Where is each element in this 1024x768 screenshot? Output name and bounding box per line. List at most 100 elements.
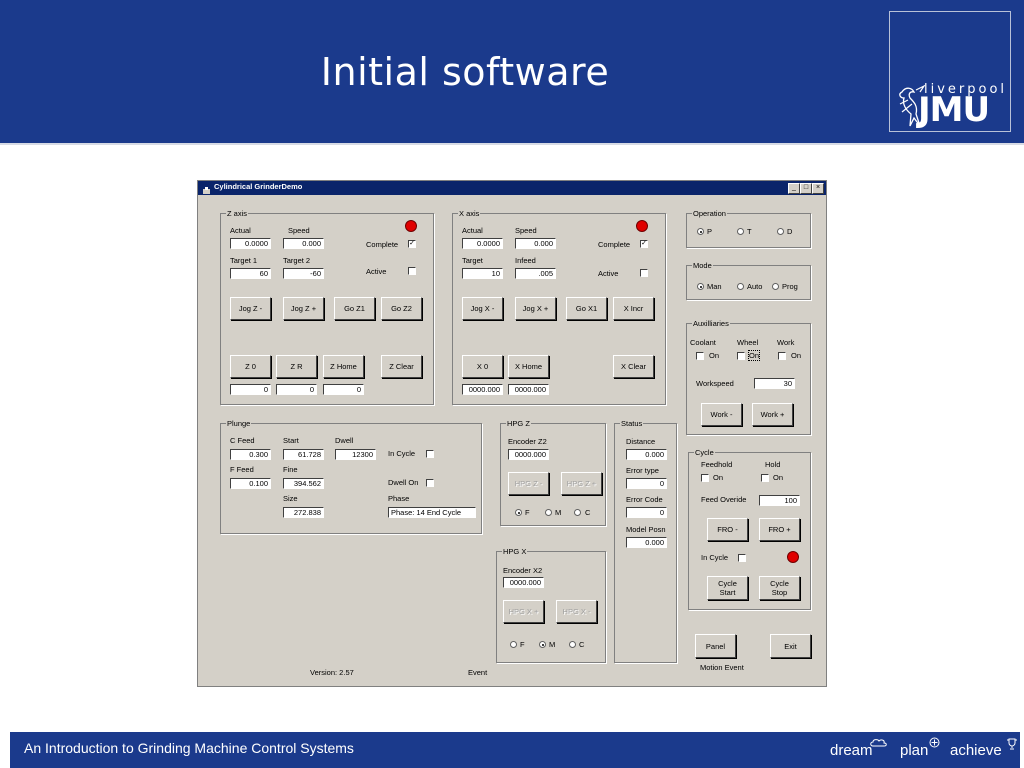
operation-radio-p[interactable] — [697, 228, 704, 235]
x-field-1[interactable]: 0000.000 — [462, 384, 503, 395]
feedhold-on-checkbox[interactable] — [701, 474, 709, 482]
hpg-z-plus-button[interactable]: HPG Z + — [561, 472, 602, 495]
mode-radio-auto[interactable] — [737, 283, 744, 290]
cycle-incycle-checkbox[interactable] — [738, 554, 746, 562]
cycle-start-button[interactable]: Cycle Start — [707, 576, 748, 600]
dwell-on-checkbox[interactable] — [426, 479, 434, 487]
error-code-field[interactable]: 0 — [626, 507, 667, 518]
go-z1-button[interactable]: Go Z1 — [334, 297, 375, 320]
distance-field[interactable]: 0.000 — [626, 449, 667, 460]
jog-x-minus-button[interactable]: Jog X - — [462, 297, 503, 320]
go-x1-button[interactable]: Go X1 — [566, 297, 607, 320]
hpg-z-radio-f[interactable] — [515, 509, 522, 516]
model-posn-field[interactable]: 0.000 — [626, 537, 667, 548]
encoder-x2-label: Encoder X2 — [503, 566, 543, 575]
error-code-label: Error Code — [626, 495, 663, 504]
x-complete-label: Complete — [598, 240, 631, 249]
feed-overide-label: Feed Overide — [701, 495, 747, 504]
z-active-checkbox[interactable] — [408, 267, 416, 275]
z-field-3[interactable]: 0 — [323, 384, 364, 395]
x-zero-button[interactable]: X 0 — [462, 355, 503, 378]
x-complete-checkbox[interactable]: ✓ — [640, 240, 648, 248]
work-on-checkbox[interactable] — [778, 352, 786, 360]
x-clear-button[interactable]: X Clear — [613, 355, 654, 378]
work-minus-button[interactable]: Work - — [701, 403, 742, 426]
dwell-field[interactable]: 12300 — [335, 449, 376, 460]
error-type-field[interactable]: 0 — [626, 478, 667, 489]
z-r-button[interactable]: Z R — [276, 355, 317, 378]
size-field[interactable]: 272.838 — [283, 507, 324, 518]
wheel-on-checkbox[interactable] — [737, 352, 745, 360]
cycle-stop-button[interactable]: Cycle Stop — [759, 576, 800, 600]
z-complete-label: Complete — [366, 240, 399, 249]
ffeed-field[interactable]: 0.100 — [230, 478, 271, 489]
x-speed-field[interactable]: 0.000 — [515, 238, 556, 249]
z-target1-label: Target 1 — [230, 256, 258, 265]
z-actual-field[interactable]: 0.0000 — [230, 238, 271, 249]
fine-field[interactable]: 394.562 — [283, 478, 324, 489]
phase-field[interactable]: Phase: 14 End Cycle — [388, 507, 476, 518]
operation-option-d: D — [787, 227, 793, 236]
close-button[interactable]: × — [812, 183, 824, 194]
z-zero-button[interactable]: Z 0 — [230, 355, 271, 378]
workspeed-field[interactable]: 30 — [754, 378, 795, 389]
hpg-x-radio-c[interactable] — [569, 641, 576, 648]
hpg-x-radio-f[interactable] — [510, 641, 517, 648]
x-incr-button[interactable]: X Incr — [613, 297, 654, 320]
x-infeed-label: Infeed — [515, 256, 536, 265]
dwell-on-label: Dwell On — [388, 478, 419, 487]
feedhold-label: Feedhold — [701, 460, 733, 469]
z-target1-field[interactable]: 60 — [230, 268, 271, 279]
x-field-2[interactable]: 0000.000 — [508, 384, 549, 395]
coolant-on-checkbox[interactable] — [696, 352, 704, 360]
operation-radio-t[interactable] — [737, 228, 744, 235]
panel-button[interactable]: Panel — [695, 634, 736, 658]
jog-z-minus-button[interactable]: Jog Z - — [230, 297, 271, 320]
encoder-x2-field[interactable]: 0000.000 — [503, 577, 544, 588]
minimize-button[interactable]: _ — [788, 183, 800, 194]
mode-radio-man[interactable] — [697, 283, 704, 290]
z-clear-button[interactable]: Z Clear — [381, 355, 422, 378]
x-axis-group: X axis Actual Speed 0.0000 0.000 Complet… — [452, 209, 666, 405]
hold-on-checkbox[interactable] — [761, 474, 769, 482]
x-active-label: Active — [598, 269, 619, 278]
jog-x-plus-button[interactable]: Jog X + — [515, 297, 556, 320]
hpg-z-radio-c[interactable] — [574, 509, 581, 516]
x-target-field[interactable]: 10 — [462, 268, 503, 279]
exit-button[interactable]: Exit — [770, 634, 811, 658]
plunge-incycle-checkbox[interactable] — [426, 450, 434, 458]
maximize-button[interactable]: □ — [800, 183, 812, 194]
fro-minus-button[interactable]: FRO - — [707, 518, 748, 541]
hpg-x-minus-button[interactable]: HPG X - — [556, 600, 597, 623]
x-active-checkbox[interactable] — [640, 269, 648, 277]
hpg-z-radio-m[interactable] — [545, 509, 552, 516]
feed-overide-field[interactable]: 100 — [759, 495, 800, 506]
work-plus-button[interactable]: Work + — [752, 403, 793, 426]
z-home-button[interactable]: Z Home — [323, 355, 364, 378]
hpg-x-plus-button[interactable]: HPG X + — [503, 600, 544, 623]
z-actual-label: Actual — [230, 226, 251, 235]
z-speed-field[interactable]: 0.000 — [283, 238, 324, 249]
z-field-1[interactable]: 0 — [230, 384, 271, 395]
x-axis-group-label: X axis — [458, 209, 481, 218]
cfeed-label: C Feed — [230, 436, 255, 445]
start-field[interactable]: 61.728 — [283, 449, 324, 460]
jog-z-plus-button[interactable]: Jog Z + — [283, 297, 324, 320]
hpg-x-radio-m[interactable] — [539, 641, 546, 648]
x-home-button[interactable]: X Home — [508, 355, 549, 378]
mode-radio-prog[interactable] — [772, 283, 779, 290]
app-titlebar[interactable]: Cylindrical GrinderDemo _ □ × — [198, 181, 826, 195]
x-actual-field[interactable]: 0.0000 — [462, 238, 503, 249]
go-z2-button[interactable]: Go Z2 — [381, 297, 422, 320]
z-target2-field[interactable]: -60 — [283, 268, 324, 279]
x-infeed-field[interactable]: .005 — [515, 268, 556, 279]
encoder-z2-field[interactable]: 0000.000 — [508, 449, 549, 460]
aux-work-label: Work — [777, 338, 795, 347]
hpg-z-minus-button[interactable]: HPG Z - — [508, 472, 549, 495]
fro-plus-button[interactable]: FRO + — [759, 518, 800, 541]
plunge-incycle-label: In Cycle — [388, 449, 416, 458]
cfeed-field[interactable]: 0.300 — [230, 449, 271, 460]
operation-radio-d[interactable] — [777, 228, 784, 235]
z-complete-checkbox[interactable]: ✓ — [408, 240, 416, 248]
z-field-2[interactable]: 0 — [276, 384, 317, 395]
